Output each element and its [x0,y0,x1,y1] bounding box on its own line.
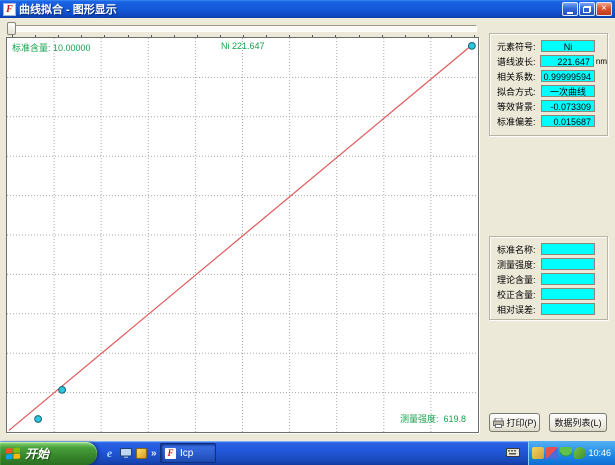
field-label: 理论含量: [497,273,541,286]
show-desktop-icon[interactable] [119,447,132,460]
results-panel: 元素符号: Ni 谱线波长: 221.647 nm 相关系数: 0.999995… [482,18,615,441]
window-title: 曲线拟合 - 图形显示 [19,1,561,17]
taskbar: 开始 e » F Icp 10:46 [0,441,615,465]
field-label: 标准名称: [497,243,541,256]
relative-error-field [541,303,595,315]
measured-intensity-field [541,258,595,270]
taskbar-clock[interactable]: 10:46 [588,448,615,458]
start-button[interactable]: 开始 [0,442,97,465]
result-row: 元素符号: Ni [497,40,607,52]
field-label: 元素符号: [497,40,541,53]
minimize-button[interactable] [562,2,578,16]
language-keyboard-icon[interactable] [506,447,520,458]
data-point[interactable] [468,42,475,49]
quick-launch-overflow-chevron[interactable]: » [151,448,157,459]
wavelength-field: 221.647 [540,55,593,67]
restore-icon [583,6,591,13]
field-label: 谱线波长: [497,55,540,68]
chart-area: 标准含量: 10.00000 Ni 221.647 测量强度: 619.8 [6,37,479,433]
window-body: 标准含量: 10.00000 Ni 221.647 测量强度: 619.8 元素… [0,18,615,441]
taskbar-task-button-icp[interactable]: F Icp [160,443,216,463]
tray-icon-1[interactable] [532,447,544,459]
result-row: 等效背景: -0.073309 [497,100,607,112]
detail-row: 标准名称: [497,243,607,255]
field-label: 拟合方式: [497,85,541,98]
corrected-content-field [541,288,595,300]
standard-content-label: 标准含量: 10.00000 [12,41,91,54]
zoom-trackbar[interactable] [4,21,480,37]
chart-canvas [7,38,478,432]
detail-row: 理论含量: [497,273,607,285]
trackbar-thumb[interactable] [7,22,16,35]
result-row: 相关系数: 0.99999594 [497,70,607,82]
field-label: 标准偏差: [497,115,541,128]
field-label: 相对误差: [497,303,541,316]
trackbar-track[interactable] [7,25,477,32]
restore-button[interactable] [579,2,595,16]
theoretical-content-field [541,273,595,285]
correlation-field: 0.99999594 [541,70,595,82]
app-icon: F [3,3,16,16]
title-bar[interactable]: F 曲线拟合 - 图形显示 × [0,0,615,18]
print-button[interactable]: 打印(P) [489,413,540,432]
unit-label: nm [596,57,607,66]
windows-flag-icon [6,447,21,460]
result-row: 拟合方式: 一次曲线 [497,85,607,97]
detail-row: 相对误差: [497,303,607,315]
element-symbol-field: Ni [541,40,595,52]
series-label: Ni 221.647 [221,41,265,51]
start-button-label: 开始 [25,445,49,462]
field-label: 相关系数: [497,70,541,83]
task-button-label: Icp [180,448,193,459]
tray-icon-2[interactable] [546,447,558,459]
printer-icon [493,418,504,428]
stddev-field: 0.015687 [541,115,595,127]
icp-app-icon: F [165,448,176,459]
print-button-label: 打印(P) [507,416,537,429]
result-row: 标准偏差: 0.015687 [497,115,607,127]
measured-intensity-label: 测量强度: 619.8 [400,412,466,425]
quick-launch-bar: e » [103,445,157,461]
field-label: 测量强度: [497,258,541,271]
data-list-button[interactable]: 数据列表(L) [549,413,607,432]
detail-row: 测量强度: [497,258,607,270]
detail-row: 校正含量: [497,288,607,300]
tray-icon-umbrella[interactable] [560,447,572,459]
data-point[interactable] [59,386,66,393]
system-tray: 10:46 [528,441,615,465]
minimize-icon [567,12,573,14]
field-label: 等效背景: [497,100,541,113]
panel-buttons: 打印(P) 数据列表(L) [489,413,610,432]
standard-name-field [541,243,595,255]
security-tool-icon[interactable] [135,447,148,460]
data-point[interactable] [35,416,42,423]
close-button[interactable]: × [596,2,612,16]
fit-method-field: 一次曲线 [541,85,595,97]
internet-explorer-icon[interactable]: e [103,447,116,460]
result-row: 谱线波长: 221.647 nm [497,55,607,67]
data-list-button-label: 数据列表(L) [555,416,602,429]
tray-icon-4[interactable] [574,447,586,459]
background-field: -0.073309 [541,100,595,112]
point-details-group: 标准名称: 测量强度: 理论含量: 校正含量: 相对误差: [489,236,608,320]
fit-results-group: 元素符号: Ni 谱线波长: 221.647 nm 相关系数: 0.999995… [489,33,608,136]
fit-line [9,43,474,430]
field-label: 校正含量: [497,288,541,301]
